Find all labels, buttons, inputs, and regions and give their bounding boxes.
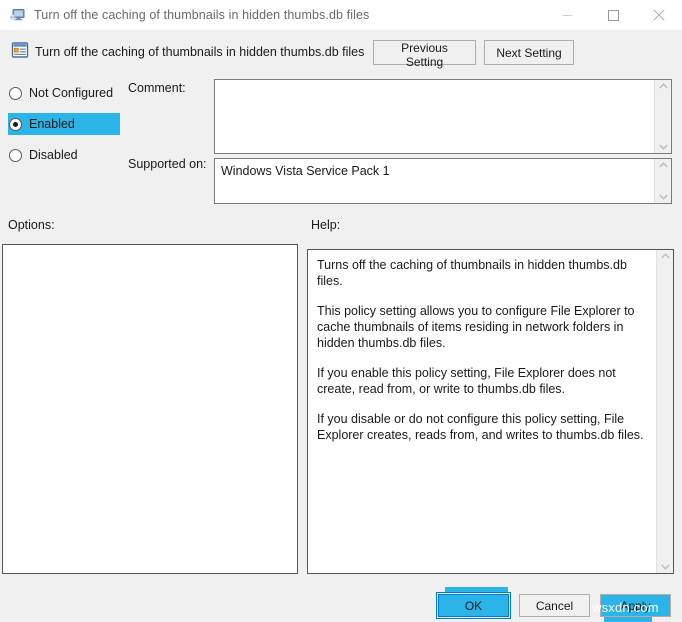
radio-label: Disabled xyxy=(29,148,78,162)
chevron-up-icon[interactable] xyxy=(659,162,668,168)
title-bar: Turn off the caching of thumbnails in hi… xyxy=(0,0,682,30)
radio-mark-icon xyxy=(9,87,22,100)
options-panel[interactable] xyxy=(2,244,298,574)
radio-not-configured[interactable]: Not Configured xyxy=(8,82,120,104)
chevron-up-icon[interactable] xyxy=(661,253,670,259)
help-panel: Turns off the caching of thumbnails in h… xyxy=(307,249,674,574)
policy-state-radio-group: Not Configured Enabled Disabled xyxy=(8,82,120,175)
help-scrollbar[interactable] xyxy=(656,250,673,573)
radio-disabled[interactable]: Disabled xyxy=(8,144,120,166)
policy-setting-dialog: Turn off the caching of thumbnails in hi… xyxy=(0,0,682,622)
supported-on-label: Supported on: xyxy=(128,157,207,171)
policy-setting-icon xyxy=(11,41,29,59)
window-controls xyxy=(544,0,682,30)
comment-box[interactable] xyxy=(214,79,672,154)
previous-setting-button[interactable]: Previous Setting xyxy=(373,40,476,65)
chevron-down-icon[interactable] xyxy=(659,194,668,200)
comment-label: Comment: xyxy=(128,81,186,95)
chevron-up-icon[interactable] xyxy=(659,83,668,89)
radio-mark-icon xyxy=(9,149,22,162)
comment-scrollbar[interactable] xyxy=(654,80,671,153)
minimize-icon[interactable] xyxy=(544,0,590,30)
chevron-down-icon[interactable] xyxy=(661,564,670,570)
comment-input[interactable] xyxy=(215,80,654,153)
radio-mark-icon xyxy=(9,118,22,131)
radio-label: Not Configured xyxy=(29,86,113,100)
supported-on-value: Windows Vista Service Pack 1 xyxy=(215,159,654,203)
help-label: Help: xyxy=(311,218,340,232)
ok-button[interactable]: OK xyxy=(438,594,509,617)
options-content xyxy=(3,245,297,573)
cancel-button[interactable]: Cancel xyxy=(519,594,590,617)
policy-monitor-icon xyxy=(9,7,25,23)
window-title: Turn off the caching of thumbnails in hi… xyxy=(34,8,369,22)
watermark: wsxdn.com xyxy=(592,600,659,615)
help-paragraph: If you enable this policy setting, File … xyxy=(317,365,647,397)
maximize-icon[interactable] xyxy=(590,0,636,30)
close-icon[interactable] xyxy=(636,0,682,30)
setting-header: Turn off the caching of thumbnails in hi… xyxy=(0,30,682,74)
radio-label: Enabled xyxy=(29,117,75,131)
supported-on-scrollbar[interactable] xyxy=(654,159,671,203)
supported-on-box[interactable]: Windows Vista Service Pack 1 xyxy=(214,158,672,204)
radio-enabled[interactable]: Enabled xyxy=(8,113,120,135)
setting-title: Turn off the caching of thumbnails in hi… xyxy=(35,45,364,59)
help-paragraph: If you disable or do not configure this … xyxy=(317,411,647,443)
help-text: Turns off the caching of thumbnails in h… xyxy=(308,250,656,573)
help-paragraph: This policy setting allows you to config… xyxy=(317,303,647,351)
ok-highlight-artifact xyxy=(445,587,508,593)
help-paragraph: Turns off the caching of thumbnails in h… xyxy=(317,257,647,289)
chevron-down-icon[interactable] xyxy=(659,144,668,150)
next-setting-button[interactable]: Next Setting xyxy=(484,40,574,65)
options-label: Options: xyxy=(8,218,55,232)
